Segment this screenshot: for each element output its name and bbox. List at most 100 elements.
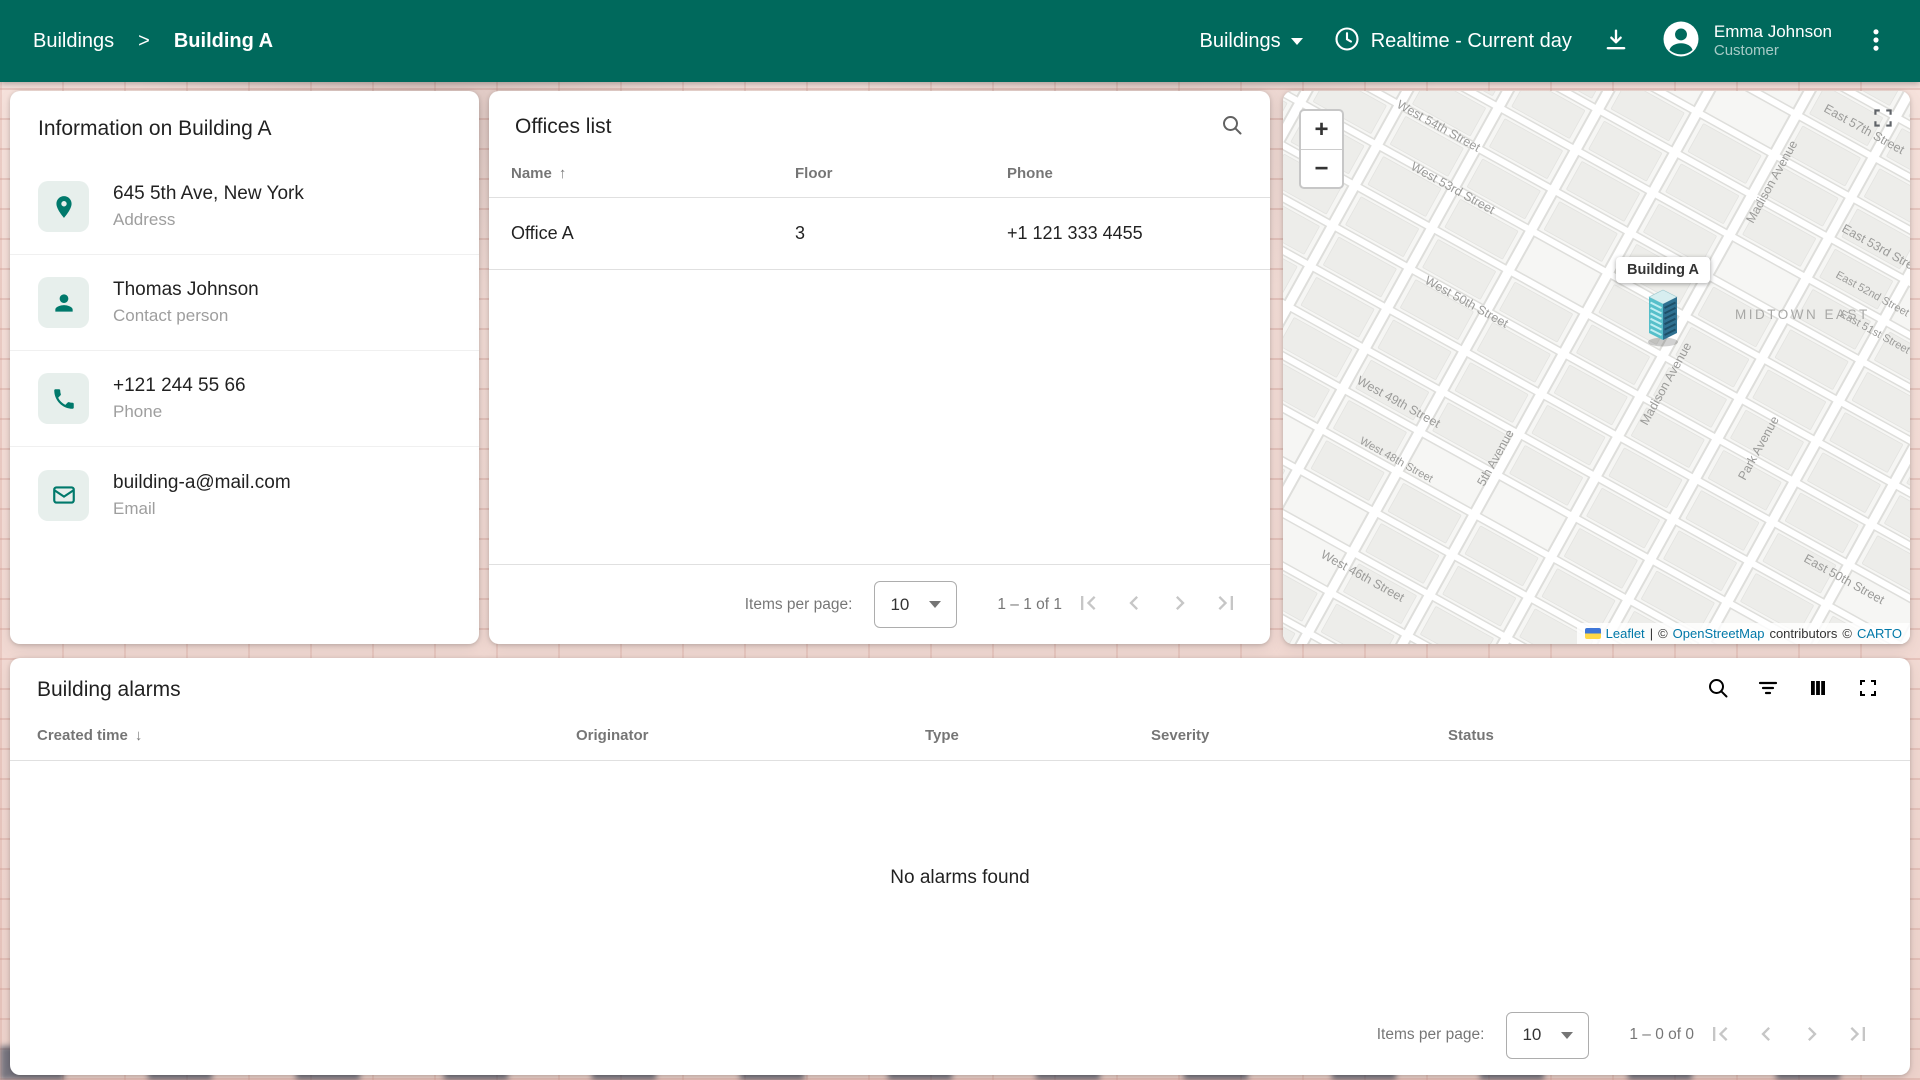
avatar	[1660, 18, 1702, 65]
chevron-left-icon	[1120, 589, 1148, 620]
columns-icon	[1806, 676, 1830, 703]
user-menu[interactable]: Emma Johnson Customer	[1660, 18, 1832, 65]
marker-label[interactable]: Building A	[1616, 257, 1710, 283]
info-list: 645 5th Ave, New York Address Thomas Joh…	[10, 159, 479, 543]
page-size-select[interactable]: 10	[874, 581, 957, 628]
email-icon	[38, 470, 89, 521]
first-page-icon	[1706, 1020, 1734, 1051]
offices-search-button[interactable]	[1220, 113, 1244, 140]
column-header-phone[interactable]: Phone	[1007, 165, 1242, 182]
more-menu-button[interactable]	[1862, 26, 1890, 57]
paginator-range: 1 – 1 of 1	[997, 596, 1062, 614]
last-page-icon	[1844, 1020, 1872, 1051]
chevron-right-icon	[1166, 589, 1194, 620]
empty-state-text: No alarms found	[10, 761, 1910, 995]
first-page-button[interactable]	[1074, 589, 1102, 620]
last-page-icon	[1212, 589, 1240, 620]
map-svg[interactable]: West 54th Street West 53rd Street West 5…	[1283, 91, 1910, 644]
location-pin-icon	[38, 181, 89, 232]
offices-paginator: Items per page: 10 1 – 1 of 1	[489, 564, 1270, 644]
previous-page-button[interactable]	[1752, 1020, 1780, 1051]
chevron-down-icon	[929, 601, 941, 608]
office-phone-cell: +1 121 333 4455	[1007, 223, 1242, 244]
email-value: building-a@mail.com	[113, 472, 291, 494]
breadcrumb-buildings-link[interactable]: Buildings	[33, 30, 114, 53]
map-zoom-control: + −	[1299, 109, 1344, 189]
copyright-symbol: ©	[1842, 626, 1852, 641]
alarms-search-button[interactable]	[1706, 676, 1730, 703]
next-page-button[interactable]	[1166, 589, 1194, 620]
first-page-button[interactable]	[1706, 1020, 1734, 1051]
clock-icon	[1333, 25, 1361, 58]
entity-select-label: Buildings	[1200, 30, 1281, 53]
page-title: Building A	[174, 30, 273, 53]
previous-page-button[interactable]	[1120, 589, 1148, 620]
first-page-icon	[1074, 589, 1102, 620]
column-header-type[interactable]: Type	[925, 727, 1151, 744]
vertical-dots-icon	[1862, 26, 1890, 57]
timewindow-button[interactable]: Realtime - Current day	[1333, 25, 1572, 58]
chevron-down-icon	[1291, 38, 1303, 45]
zoom-out-button[interactable]: −	[1301, 149, 1342, 187]
map-fullscreen-button[interactable]	[1870, 105, 1896, 134]
page-size-select[interactable]: 10	[1506, 1012, 1589, 1059]
sort-desc-icon: ↓	[135, 727, 143, 744]
building-info-card: Information on Building A 645 5th Ave, N…	[10, 91, 479, 644]
phone-value: +121 244 55 66	[113, 375, 246, 397]
offices-list-card: Offices list Name ↑ Floor Phone Office A…	[489, 91, 1270, 644]
office-name-cell: Office A	[511, 223, 795, 244]
district-label: MIDTOWN EAST	[1735, 307, 1870, 322]
list-item-phone: +121 244 55 66 Phone	[10, 351, 479, 447]
chevron-right-icon	[1798, 1020, 1826, 1051]
column-header-created-time[interactable]: Created time ↓	[37, 727, 576, 744]
leaflet-link[interactable]: Leaflet	[1606, 626, 1645, 641]
user-name: Emma Johnson	[1714, 21, 1832, 42]
list-item-contact-person: Thomas Johnson Contact person	[10, 255, 479, 351]
list-item-email: building-a@mail.com Email	[10, 447, 479, 543]
alarms-columns-button[interactable]	[1806, 676, 1830, 703]
phone-icon	[38, 373, 89, 424]
alarms-table-header: Created time ↓ Originator Type Severity …	[10, 711, 1910, 761]
table-row[interactable]: Office A 3 +1 121 333 4455	[489, 198, 1270, 270]
alarms-card-title: Building alarms	[37, 678, 181, 702]
alarms-paginator: Items per page: 10 1 – 0 of 0	[10, 995, 1910, 1075]
next-page-button[interactable]	[1798, 1020, 1826, 1051]
entity-select[interactable]: Buildings	[1200, 30, 1303, 53]
column-header-name[interactable]: Name ↑	[511, 165, 795, 182]
carto-link[interactable]: CARTO	[1857, 626, 1902, 641]
chevron-left-icon	[1752, 1020, 1780, 1051]
last-page-button[interactable]	[1212, 589, 1240, 620]
person-icon	[38, 277, 89, 328]
paginator-range: 1 – 0 of 0	[1629, 1026, 1694, 1044]
fullscreen-icon	[1870, 105, 1896, 134]
offices-card-title: Offices list	[515, 115, 611, 139]
column-header-status[interactable]: Status	[1448, 727, 1874, 744]
breadcrumb: Buildings > Building A	[33, 30, 273, 53]
items-per-page-label: Items per page:	[745, 596, 853, 614]
page-size-value: 10	[1522, 1025, 1541, 1045]
download-button[interactable]	[1602, 26, 1630, 57]
breadcrumb-separator: >	[138, 30, 150, 53]
page-size-value: 10	[890, 595, 909, 615]
address-label: Address	[113, 210, 304, 230]
alarms-filter-button[interactable]	[1756, 676, 1780, 703]
last-page-button[interactable]	[1844, 1020, 1872, 1051]
chevron-down-icon	[1561, 1032, 1573, 1039]
timewindow-label: Realtime - Current day	[1371, 30, 1572, 53]
ukraine-flag-icon	[1585, 628, 1601, 639]
column-header-severity[interactable]: Severity	[1151, 727, 1448, 744]
contributors-text: contributors	[1769, 626, 1837, 641]
top-bar: Buildings > Building A Buildings Realtim…	[0, 0, 1920, 82]
column-header-floor[interactable]: Floor	[795, 165, 1007, 182]
zoom-in-button[interactable]: +	[1301, 111, 1342, 149]
column-header-originator[interactable]: Originator	[576, 727, 925, 744]
search-icon	[1220, 113, 1244, 140]
map-card: West 54th Street West 53rd Street West 5…	[1283, 91, 1910, 644]
phone-label: Phone	[113, 402, 246, 422]
fullscreen-icon	[1856, 676, 1880, 703]
offices-table-header: Name ↑ Floor Phone	[489, 150, 1270, 198]
openstreetmap-link[interactable]: OpenStreetMap	[1673, 626, 1765, 641]
alarms-fullscreen-button[interactable]	[1856, 676, 1880, 703]
email-label: Email	[113, 499, 291, 519]
map-attribution: Leaflet | © OpenStreetMap contributors ©…	[1577, 623, 1910, 644]
